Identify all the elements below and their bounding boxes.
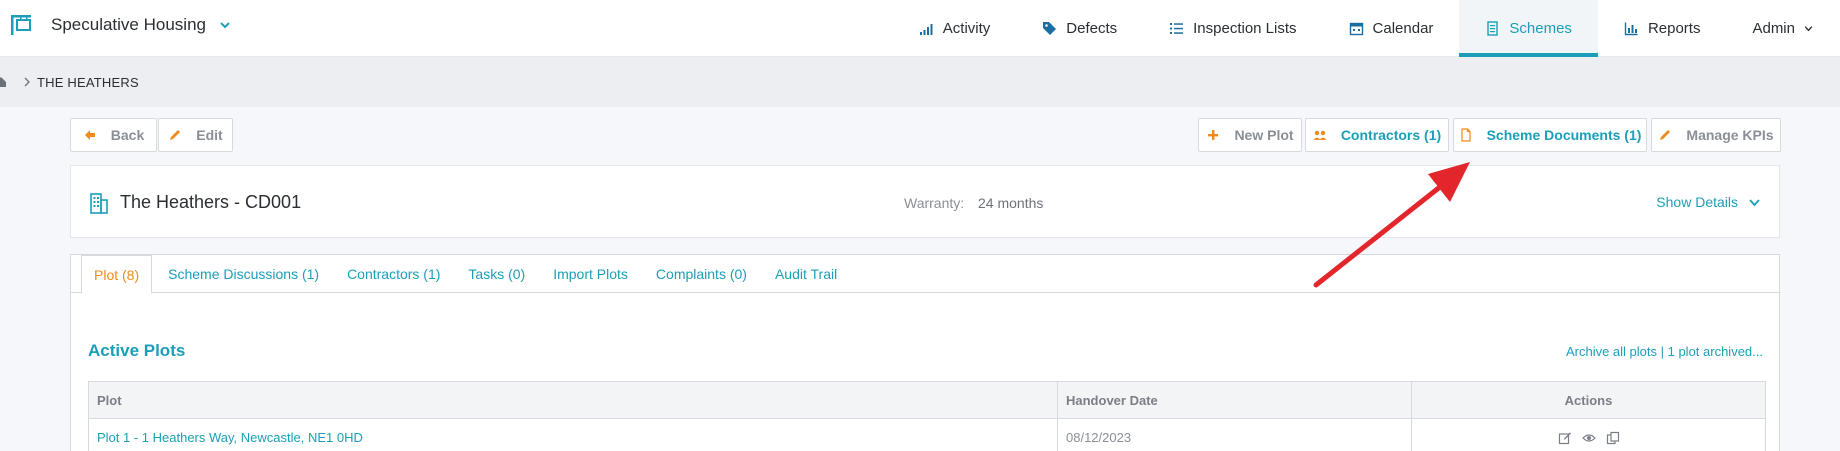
annotation-arrow <box>1313 162 1470 288</box>
tab-contractors[interactable]: Contractors (1) <box>335 255 452 293</box>
chevron-right-icon <box>24 77 30 87</box>
archive-plots-link[interactable]: Archive all plots | 1 plot archived... <box>1566 344 1763 359</box>
nav-item-label: Calendar <box>1372 20 1434 37</box>
chevron-down-icon <box>1804 26 1813 32</box>
scheme-documents-label: Scheme Documents (1) <box>1486 127 1642 143</box>
nav-item-reports[interactable]: Reports <box>1598 0 1727 57</box>
tag-icon <box>1043 22 1057 35</box>
copy-icon[interactable] <box>1606 431 1620 445</box>
column-header-actions: Actions <box>1564 392 1613 408</box>
column-header-plot[interactable]: Plot <box>89 382 1058 418</box>
nav-item-inspection-lists[interactable]: Inspection Lists <box>1143 0 1322 57</box>
warranty-value: 24 months <box>978 195 1044 211</box>
back-label: Back <box>110 127 145 143</box>
breadcrumb-current: THE HEATHERS <box>37 74 139 90</box>
table-row: Plot 1 - 1 Heathers Way, Newcastle, NE1 … <box>89 419 1765 451</box>
nav-item-label: Reports <box>1647 20 1701 37</box>
nav-item-label: Admin <box>1752 20 1795 37</box>
edit-button[interactable]: Edit <box>158 118 233 152</box>
nav-item-label: Inspection Lists <box>1193 20 1297 37</box>
nav-item-label: Defects <box>1066 20 1118 37</box>
home-icon[interactable] <box>0 77 6 87</box>
tab-audit-trail[interactable]: Audit Trail <box>763 255 849 293</box>
back-button[interactable]: Back <box>70 118 157 152</box>
tab-import-plots[interactable]: Import Plots <box>541 255 640 293</box>
plot-link[interactable]: Plot 1 - 1 Heathers Way, Newcastle, NE1 … <box>89 419 1058 451</box>
list-icon <box>1170 23 1184 34</box>
tab-plot[interactable]: Plot (8) <box>81 255 153 294</box>
pencil-icon <box>1660 130 1671 140</box>
contractors-label: Contractors (1) <box>1340 127 1442 143</box>
plots-table: Plot Handover Date Actions Plot 1 - 1 He… <box>88 381 1766 451</box>
house-sign-icon <box>11 15 31 35</box>
building-icon <box>90 193 108 214</box>
calendar-icon <box>1349 22 1363 36</box>
breadcrumb: THE HEATHERS <box>0 57 1840 107</box>
section-title: Active Plots <box>88 341 186 360</box>
scheme-title: The Heathers - CD001 <box>120 192 302 212</box>
show-details-toggle[interactable]: Show Details <box>1656 194 1761 210</box>
warranty-label: Warranty: <box>904 195 965 211</box>
chevron-down-icon <box>220 22 230 29</box>
handover-date: 08/12/2023 <box>1058 419 1412 451</box>
app-switcher[interactable]: Speculative Housing <box>8 12 232 38</box>
document-icon <box>1487 21 1499 36</box>
edit-icon[interactable] <box>1558 431 1572 445</box>
manage-kpis-label: Manage KPIs <box>1686 127 1774 143</box>
column-header-handover-date[interactable]: Handover Date <box>1058 382 1412 418</box>
users-icon <box>1313 130 1327 140</box>
nav-item-activity[interactable]: Activity <box>893 0 1017 57</box>
plots-panel: Plot (8) Scheme Discussions (1) Contract… <box>70 254 1780 451</box>
scheme-documents-button[interactable]: Scheme Documents (1) <box>1453 118 1647 152</box>
nav-item-label: Schemes <box>1509 20 1572 37</box>
edit-label: Edit <box>196 127 223 143</box>
nav-item-admin[interactable]: Admin <box>1726 0 1840 57</box>
arrow-left-icon <box>84 130 95 140</box>
show-details-label: Show Details <box>1656 194 1738 210</box>
new-plot-button[interactable]: New Plot <box>1198 118 1302 152</box>
manage-kpis-button[interactable]: Manage KPIs <box>1651 118 1781 152</box>
table-header: Plot Handover Date Actions <box>89 382 1765 419</box>
row-actions <box>1412 419 1765 451</box>
pencil-icon <box>170 130 181 140</box>
contractors-button[interactable]: Contractors (1) <box>1305 118 1449 152</box>
tab-scheme-discussions[interactable]: Scheme Discussions (1) <box>156 255 331 293</box>
eye-icon[interactable] <box>1581 431 1596 445</box>
nav-item-defects[interactable]: Defects <box>1016 0 1143 57</box>
nav-item-label: Activity <box>942 20 991 37</box>
bar-chart-icon <box>1624 22 1638 36</box>
file-icon <box>1460 128 1471 142</box>
plus-icon <box>1208 130 1219 140</box>
scheme-header: The Heathers - CD001 Warranty: 24 months… <box>70 165 1780 238</box>
nav-item-schemes[interactable]: Schemes <box>1459 0 1598 57</box>
tab-tasks[interactable]: Tasks (0) <box>456 255 537 293</box>
new-plot-label: New Plot <box>1234 127 1294 143</box>
app-title: Speculative Housing <box>51 15 206 34</box>
top-navbar: Speculative Housing Activity Defects Ins… <box>0 0 1840 57</box>
main-nav: Activity Defects Inspection Lists Calend… <box>893 0 1840 57</box>
tab-complaints[interactable]: Complaints (0) <box>644 255 759 293</box>
nav-item-calendar[interactable]: Calendar <box>1323 0 1460 57</box>
chevron-down-icon <box>1749 198 1760 206</box>
activity-icon <box>919 24 933 35</box>
tab-bar: Plot (8) Scheme Discussions (1) Contract… <box>81 255 853 294</box>
